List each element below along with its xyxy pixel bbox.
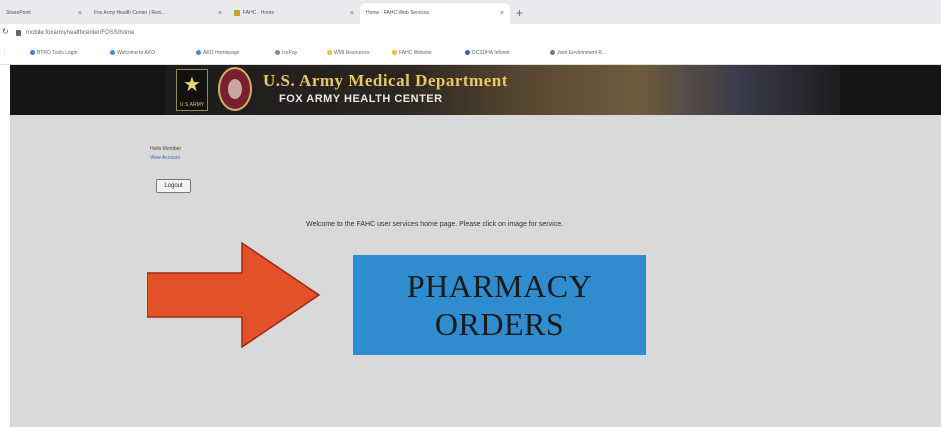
bookmark-icon — [392, 50, 397, 56]
bookmark-icon — [30, 50, 35, 56]
bookmark-item[interactable]: DCSDHA Infonet — [465, 47, 510, 59]
tab-fahc-home[interactable]: FAHC - Home × — [228, 3, 360, 24]
army-logo: ★ U.S.ARMY — [176, 69, 208, 111]
bookmark-icon — [465, 50, 470, 56]
user-greeting: Hello Member — [150, 146, 182, 152]
army-logo-label: U.S.ARMY — [179, 102, 205, 108]
reload-icon[interactable]: ↻ — [2, 27, 9, 36]
lock-icon — [16, 30, 21, 36]
bookmarks-bar: ⋮ BTRO Tools Login Welcome to AKO AKO Ho… — [0, 42, 941, 65]
address-bar: ↻ mobile.foxarmyhealthcenter/FOSS/home — [0, 24, 941, 42]
pharmacy-orders-line1: PHARMACY — [406, 268, 593, 304]
bookmark-item[interactable]: Joint Environment R... — [550, 47, 606, 59]
star-icon: ★ — [183, 74, 201, 96]
pharmacy-orders-button[interactable]: PHARMACY ORDERS — [353, 255, 646, 355]
tab-label: Home - FAHC Web Services — [366, 10, 430, 16]
site-title: U.S. Army Medical Department — [263, 71, 508, 90]
browser-tab-strip: SharePoint × Fox Army Health Center | Re… — [0, 0, 941, 24]
bookmark-item[interactable]: Welcome to AKO — [110, 47, 155, 59]
tab-label: Fox Army Health Center | Red... — [94, 10, 165, 16]
medical-department-emblem — [218, 67, 252, 111]
site-subtitle: FOX ARMY HEALTH CENTER — [279, 93, 443, 105]
arrow-right-icon — [147, 241, 321, 349]
favicon-icon — [234, 9, 240, 16]
header-banner: ★ U.S.ARMY U.S. Army Medical Department … — [10, 65, 941, 115]
bookmark-item[interactable]: FAHC Website — [392, 47, 432, 59]
new-tab-icon[interactable]: + — [516, 4, 523, 22]
close-icon[interactable]: × — [218, 3, 222, 24]
bookmark-item[interactable]: AKO Homepage — [196, 47, 239, 59]
tab-fox-army-health-center[interactable]: Fox Army Health Center | Red... × — [88, 3, 228, 24]
arrow-shape — [147, 241, 321, 349]
close-icon[interactable]: × — [78, 3, 82, 24]
bookmark-icon — [327, 50, 332, 56]
tab-label: SharePoint — [6, 10, 31, 16]
logout-button[interactable]: Logout — [156, 179, 191, 193]
close-icon[interactable]: × — [500, 3, 504, 24]
welcome-message: Welcome to the FAHC user services home p… — [306, 221, 564, 228]
bookmark-item[interactable]: IcePay — [275, 47, 297, 59]
view-account-link[interactable]: View Account — [150, 155, 180, 161]
bookmark-item[interactable]: WMI Resources — [327, 47, 370, 59]
url-field[interactable]: mobile.foxarmyhealthcenter/FOSS/home — [26, 26, 134, 40]
tab-sharepoint[interactable]: SharePoint × — [0, 3, 88, 24]
bookmark-item[interactable]: BTRO Tools Login — [30, 47, 77, 59]
tab-label: FAHC - Home — [243, 10, 275, 16]
page-content: ★ U.S.ARMY U.S. Army Medical Department … — [10, 65, 941, 427]
bookmarks-apps-icon[interactable]: ⋮ — [2, 47, 7, 59]
bookmark-icon — [196, 50, 201, 56]
close-icon[interactable]: × — [350, 3, 354, 24]
tab-fahc-web-services[interactable]: Home - FAHC Web Services × — [360, 3, 510, 24]
bookmark-icon — [275, 50, 280, 56]
bookmark-icon — [550, 50, 555, 56]
pharmacy-orders-line2: ORDERS — [434, 306, 565, 342]
bookmark-icon — [110, 50, 115, 56]
emblem-figure — [228, 79, 242, 99]
